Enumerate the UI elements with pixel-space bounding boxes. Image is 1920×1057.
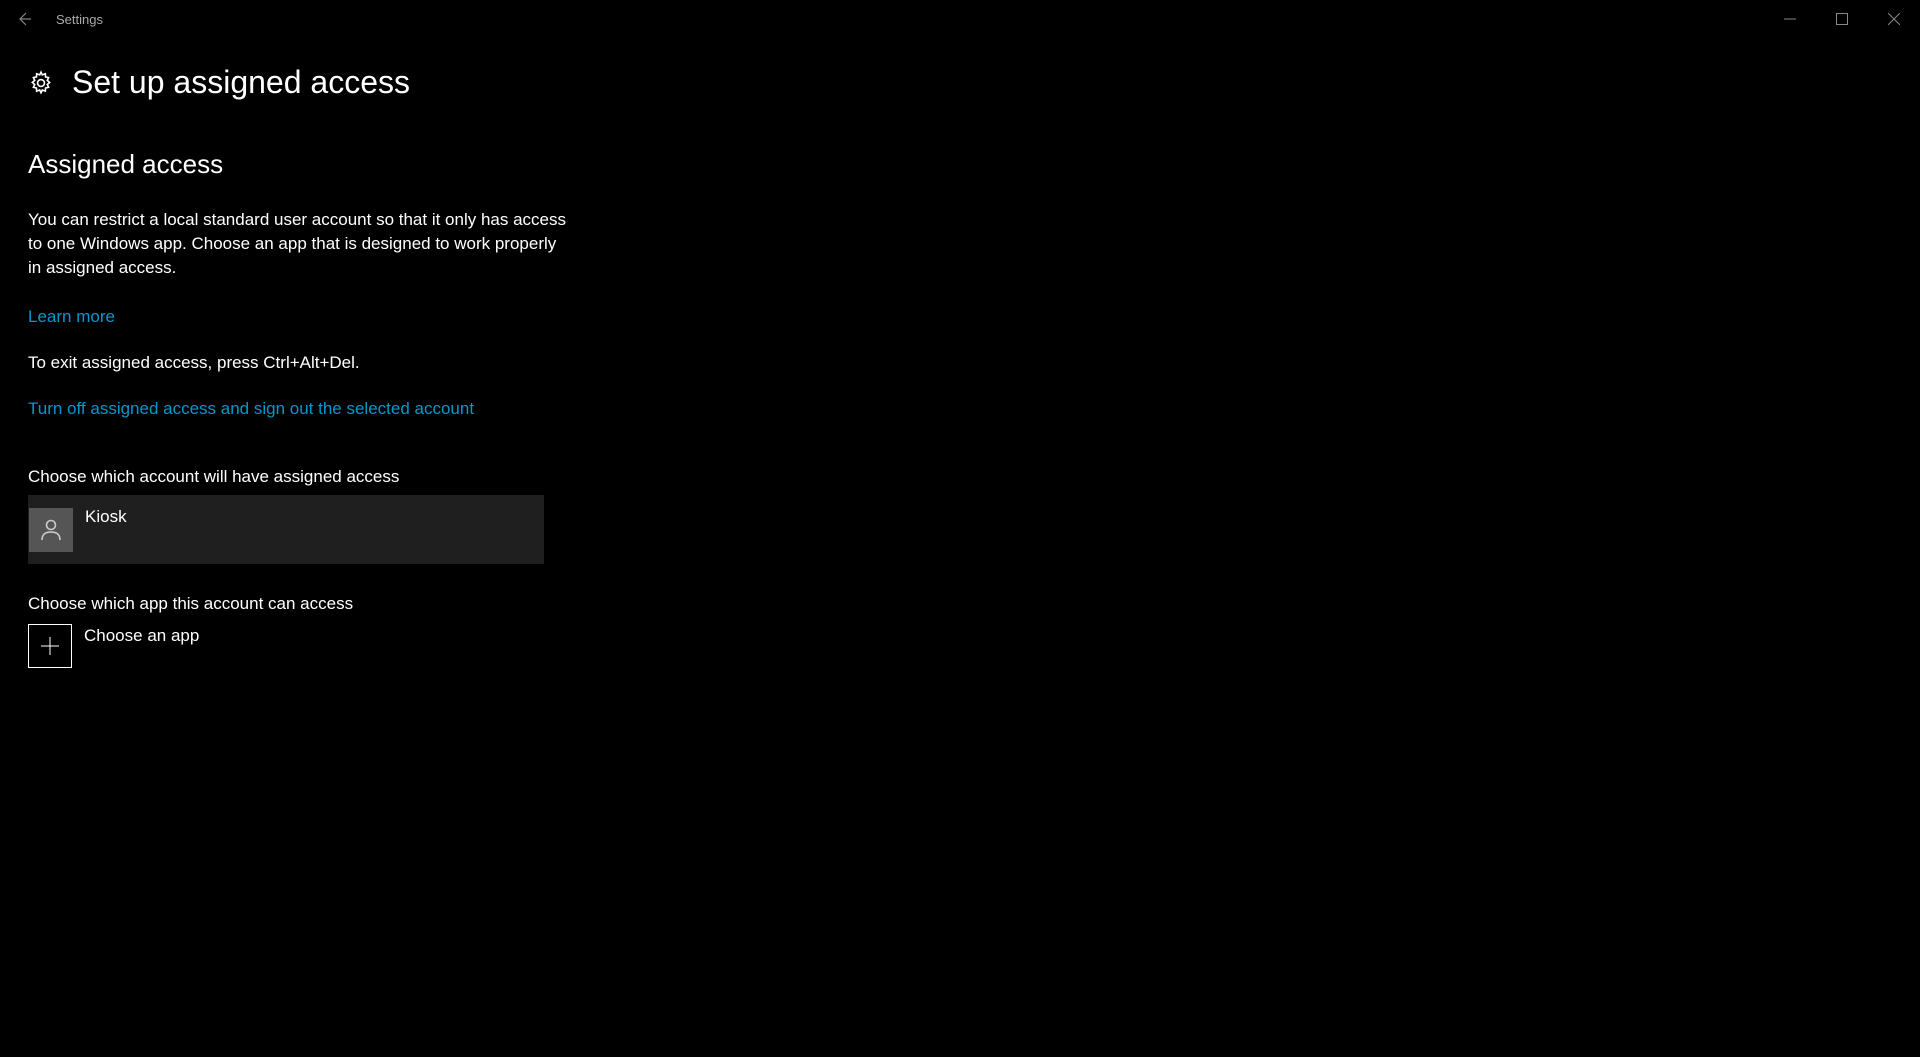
description-text: You can restrict a local standard user a… <box>28 208 568 279</box>
account-name: Kiosk <box>85 507 127 527</box>
window-title: Settings <box>56 12 103 27</box>
close-icon <box>1888 13 1900 25</box>
page-title: Set up assigned access <box>72 64 410 101</box>
turn-off-link[interactable]: Turn off assigned access and sign out th… <box>28 399 474 419</box>
maximize-button[interactable] <box>1816 0 1868 38</box>
close-button[interactable] <box>1868 0 1920 38</box>
choose-app-label: Choose which app this account can access <box>28 594 568 614</box>
section-heading: Assigned access <box>28 149 568 180</box>
account-row[interactable]: Kiosk <box>28 495 544 564</box>
main-content: Assigned access You can restrict a local… <box>28 101 568 668</box>
gear-icon <box>28 70 54 96</box>
minimize-button[interactable] <box>1764 0 1816 38</box>
plus-icon <box>40 636 60 656</box>
titlebar-controls <box>1764 0 1920 38</box>
person-icon <box>40 518 62 542</box>
choose-account-label: Choose which account will have assigned … <box>28 467 568 487</box>
app-icon-box <box>28 624 72 668</box>
page-header: Set up assigned access <box>28 64 1892 101</box>
content-area: Set up assigned access Assigned access Y… <box>0 64 1920 668</box>
learn-more-link[interactable]: Learn more <box>28 307 115 327</box>
exit-instruction-text: To exit assigned access, press Ctrl+Alt+… <box>28 353 568 373</box>
maximize-icon <box>1836 13 1848 25</box>
choose-app-button[interactable]: Choose an app <box>28 624 544 668</box>
titlebar: Settings <box>0 0 1920 38</box>
titlebar-left: Settings <box>0 0 103 38</box>
back-button[interactable] <box>0 0 48 38</box>
arrow-left-icon <box>16 11 32 27</box>
minimize-icon <box>1784 13 1796 25</box>
choose-app-label-text: Choose an app <box>84 626 199 646</box>
account-avatar <box>29 508 73 552</box>
